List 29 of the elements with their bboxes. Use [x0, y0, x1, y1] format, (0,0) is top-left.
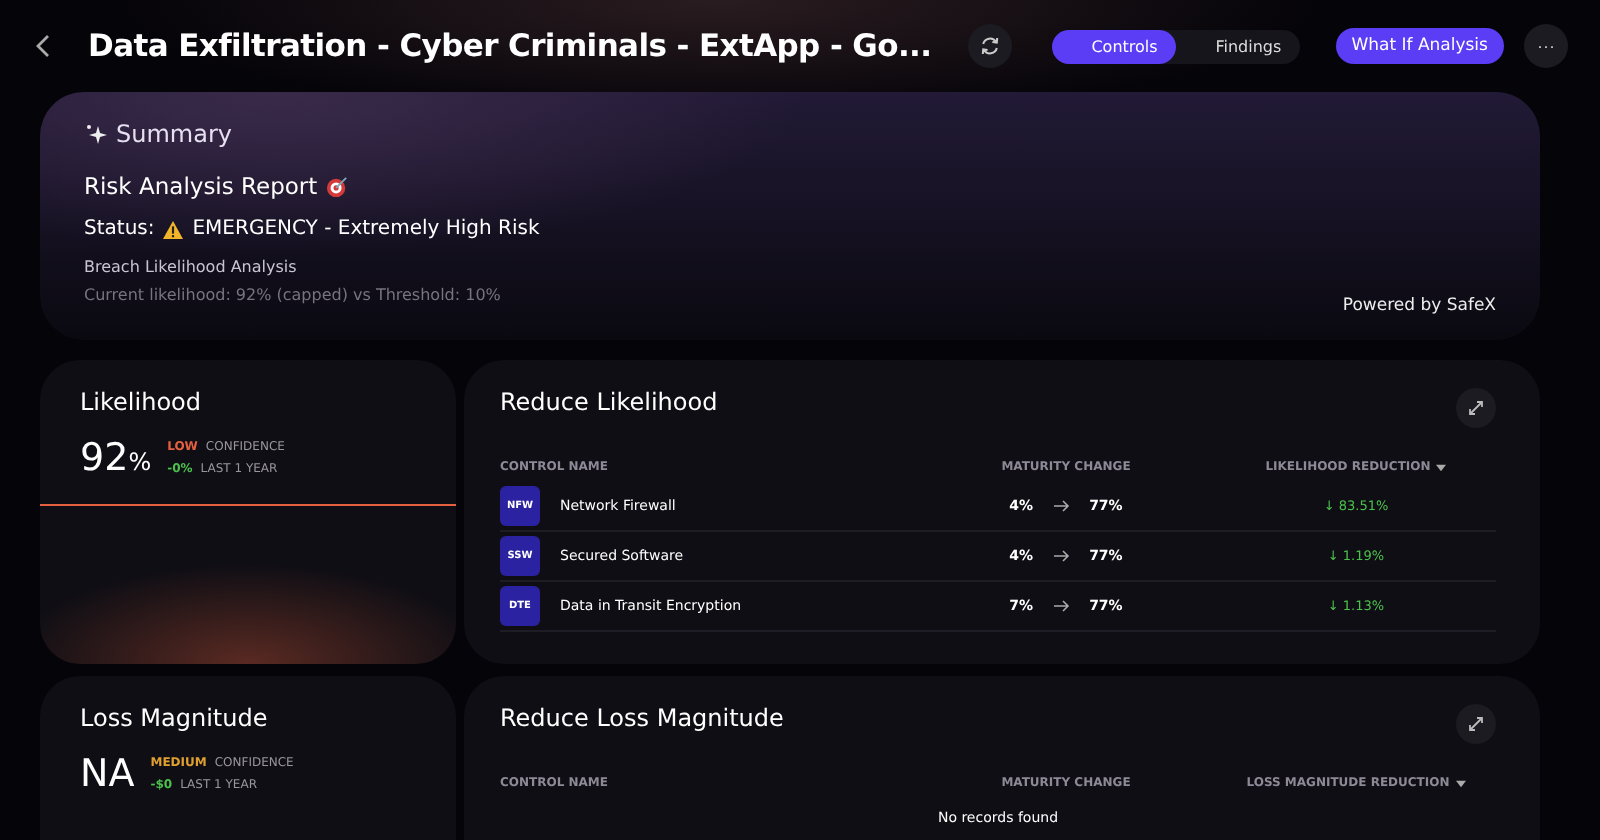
refresh-button[interactable]: [967, 24, 1012, 68]
page-title: Data Exfiltration - Cyber Criminals - ExtApp - Go...: [88, 28, 932, 64]
refresh-icon: [979, 36, 1000, 56]
report-title: Risk Analysis Report: [84, 172, 318, 200]
sort-caret-icon[interactable]: [1455, 779, 1466, 787]
metric-value: NA: [80, 752, 135, 796]
sort-caret-icon[interactable]: [1436, 463, 1447, 471]
table-title: Reduce Loss Magnitude: [500, 704, 784, 732]
summary-heading: Summary: [116, 120, 232, 148]
status-text: EMERGENCY - Extremely High Risk: [192, 218, 540, 240]
powered-by-text: Powered by SafeX: [1342, 296, 1496, 316]
right-arrow-icon: [1053, 600, 1070, 612]
right-arrow-icon: [1053, 550, 1070, 562]
more-button[interactable]: ···: [1523, 24, 1568, 68]
table-title: Reduce Likelihood: [500, 388, 718, 416]
expand-button[interactable]: [1456, 704, 1496, 744]
warning-icon: [162, 219, 185, 239]
view-tab[interactable]: Findings: [1175, 29, 1300, 63]
what-if-button[interactable]: What If Analysis: [1335, 28, 1504, 64]
sparkle-icon: [84, 122, 108, 146]
metric-value: 92%: [80, 436, 152, 480]
view-tab[interactable]: Controls: [1051, 29, 1176, 63]
section-title: Breach Likelihood Analysis: [84, 258, 299, 276]
metric-title: Loss Magnitude: [78, 702, 270, 736]
right-arrow-icon: [1053, 500, 1070, 512]
status-label: Status:: [84, 218, 155, 240]
metric-title: Likelihood: [78, 386, 203, 420]
expand-button[interactable]: [1456, 388, 1496, 428]
target-icon: [325, 175, 348, 197]
